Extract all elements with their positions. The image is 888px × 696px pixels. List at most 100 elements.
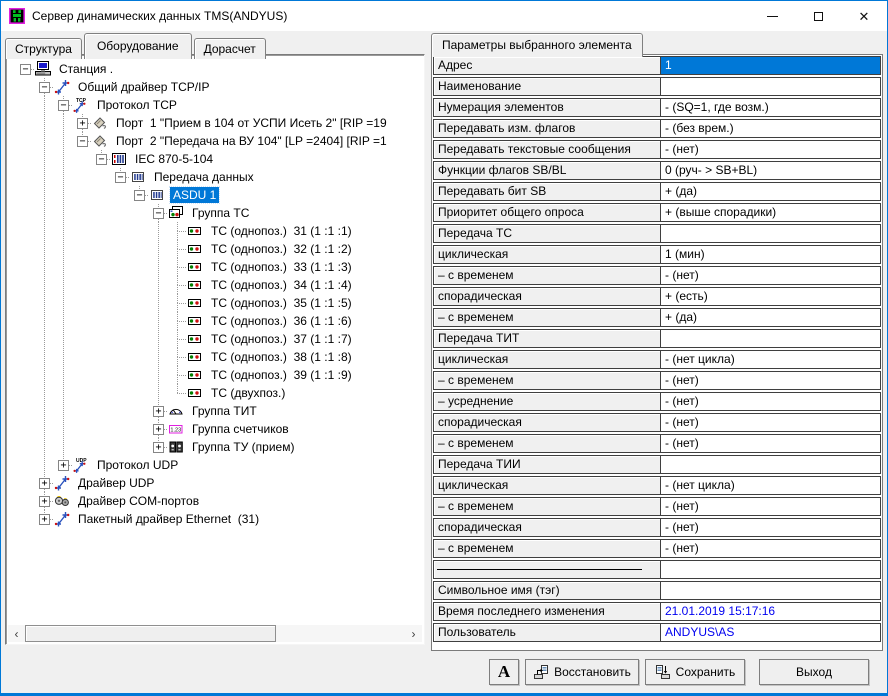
tree-item-label[interactable]: ТС (однопоз.) 36 (1 :1 :6): [208, 313, 355, 329]
tree-item-label[interactable]: Передача данных: [151, 169, 257, 185]
property-value[interactable]: 21.01.2019 15:17:16: [661, 602, 881, 621]
tree-item[interactable]: ТС (однопоз.) 33 (1 :1 :3): [16, 258, 422, 276]
tab-selected-element-params[interactable]: Параметры выбранного элемента: [431, 33, 643, 57]
tree-item-label[interactable]: Протокол UDP: [94, 457, 181, 473]
property-value[interactable]: - (нет): [661, 392, 881, 411]
collapse-minus-icon[interactable]: −: [134, 190, 145, 201]
property-value[interactable]: - (SQ=1, где возм.): [661, 98, 881, 117]
title-bar[interactable]: Сервер динамических данных TMS(ANDYUS) ✕: [1, 1, 887, 31]
property-value[interactable]: 1 (мин): [661, 245, 881, 264]
tree-item-label[interactable]: Протокол TCP: [94, 97, 180, 113]
scrollbar-thumb[interactable]: [25, 625, 276, 642]
tree-item[interactable]: + Драйвер COM-портов: [16, 492, 422, 510]
property-value[interactable]: - (нет): [661, 266, 881, 285]
property-value[interactable]: - (нет цикла): [661, 476, 881, 495]
property-value[interactable]: [661, 329, 881, 348]
tree-item[interactable]: − Станция .: [16, 60, 422, 78]
tree-item[interactable]: ТС (однопоз.) 34 (1 :1 :4): [16, 276, 422, 294]
property-value[interactable]: [661, 77, 881, 96]
font-button[interactable]: A: [489, 659, 519, 685]
tree-item[interactable]: +Пакетный драйвер Ethernet (31): [16, 510, 422, 528]
scrollbar-track[interactable]: [25, 625, 405, 642]
tree-item-label[interactable]: Пакетный драйвер Ethernet (31): [75, 511, 262, 527]
tree-item-label[interactable]: ТС (однопоз.) 33 (1 :1 :3): [208, 259, 355, 275]
tree-item-label[interactable]: ТС (однопоз.) 35 (1 :1 :5): [208, 295, 355, 311]
tree-item-label[interactable]: ТС (двухпоз.): [208, 385, 288, 401]
expand-plus-icon[interactable]: +: [153, 424, 164, 435]
collapse-minus-icon[interactable]: −: [96, 154, 107, 165]
tree-item-label[interactable]: Группа ТС: [189, 205, 252, 221]
tree-item[interactable]: + Группа ТУ (прием): [16, 438, 422, 456]
tree-item-label[interactable]: ТС (однопоз.) 34 (1 :1 :4): [208, 277, 355, 293]
tree-item-label[interactable]: Драйвер COM-портов: [75, 493, 202, 509]
tree-item-label[interactable]: ТС (однопоз.) 37 (1 :1 :7): [208, 331, 355, 347]
collapse-minus-icon[interactable]: −: [39, 82, 50, 93]
tree-item[interactable]: ТС (однопоз.) 38 (1 :1 :8): [16, 348, 422, 366]
tab-recalc[interactable]: Дорасчет: [194, 38, 266, 59]
maximize-button[interactable]: [795, 1, 841, 31]
property-value[interactable]: + (да): [661, 182, 881, 201]
property-value[interactable]: + (выше спорадики): [661, 203, 881, 222]
property-value[interactable]: - (нет цикла): [661, 350, 881, 369]
scroll-right-arrow-icon[interactable]: ›: [405, 625, 422, 642]
property-value[interactable]: 0 (руч- > SB+BL): [661, 161, 881, 180]
tree-item[interactable]: ТС (однопоз.) 37 (1 :1 :7): [16, 330, 422, 348]
tree-item-label[interactable]: Драйвер UDP: [75, 475, 157, 491]
tree-horizontal-scrollbar[interactable]: ‹ ›: [8, 625, 422, 642]
collapse-minus-icon[interactable]: −: [58, 100, 69, 111]
property-value[interactable]: - (без врем.): [661, 119, 881, 138]
property-value[interactable]: ANDYUS\AS: [661, 623, 881, 642]
tree-item[interactable]: ТС (однопоз.) 36 (1 :1 :6): [16, 312, 422, 330]
tree-item-label[interactable]: IEC 870-5-104: [132, 151, 216, 167]
restore-button[interactable]: Восстановить: [525, 659, 639, 685]
tree-item[interactable]: − Общий драйвер TCP/IP: [16, 78, 422, 96]
collapse-minus-icon[interactable]: −: [115, 172, 126, 183]
property-value[interactable]: [661, 455, 881, 474]
property-value[interactable]: - (нет): [661, 497, 881, 516]
property-value[interactable]: - (нет): [661, 371, 881, 390]
tree-item[interactable]: ТС (однопоз.) 35 (1 :1 :5): [16, 294, 422, 312]
tree-item[interactable]: + Драйвер UDP: [16, 474, 422, 492]
expand-plus-icon[interactable]: +: [39, 478, 50, 489]
tree-item-label[interactable]: Группа счетчиков: [189, 421, 292, 437]
expand-plus-icon[interactable]: +: [153, 442, 164, 453]
tree-item[interactable]: + Порт 1 "Прием в 104 от УСПИ Исеть 2" [R…: [16, 114, 422, 132]
expand-plus-icon[interactable]: +: [58, 460, 69, 471]
property-value[interactable]: + (да): [661, 308, 881, 327]
tree-item[interactable]: ТС (однопоз.) 39 (1 :1 :9): [16, 366, 422, 384]
tree-item-label[interactable]: Общий драйвер TCP/IP: [75, 79, 212, 95]
collapse-minus-icon[interactable]: −: [20, 64, 31, 75]
tree-item[interactable]: ТС (двухпоз.): [16, 384, 422, 402]
scroll-left-arrow-icon[interactable]: ‹: [8, 625, 25, 642]
tree-item-label[interactable]: Станция .: [56, 61, 116, 77]
tree-item-label[interactable]: Порт 2 "Передача на ВУ 104" [LP =2404] […: [113, 133, 390, 149]
tree-item-label[interactable]: Порт 1 "Прием в 104 от УСПИ Исеть 2" [RI…: [113, 115, 390, 131]
tree-item-label[interactable]: Группа ТУ (прием): [189, 439, 297, 455]
tree-item-label[interactable]: ТС (однопоз.) 32 (1 :1 :2): [208, 241, 355, 257]
minimize-button[interactable]: [749, 1, 795, 31]
property-value[interactable]: - (нет): [661, 518, 881, 537]
tab-structure[interactable]: Структура: [5, 38, 82, 59]
property-value[interactable]: - (нет): [661, 434, 881, 453]
collapse-minus-icon[interactable]: −: [153, 208, 164, 219]
property-value[interactable]: - (нет): [661, 539, 881, 558]
tree-item[interactable]: +1.23Группа счетчиков: [16, 420, 422, 438]
property-value[interactable]: [661, 560, 881, 579]
expand-plus-icon[interactable]: +: [153, 406, 164, 417]
tab-equipment[interactable]: Оборудование: [84, 33, 192, 59]
tree-item[interactable]: − Порт 2 "Передача на ВУ 104" [LP =2404] …: [16, 132, 422, 150]
tree-item-label[interactable]: ТС (однопоз.) 39 (1 :1 :9): [208, 367, 355, 383]
expand-plus-icon[interactable]: +: [77, 118, 88, 129]
tree-item[interactable]: ТС (однопоз.) 32 (1 :1 :2): [16, 240, 422, 258]
expand-plus-icon[interactable]: +: [39, 496, 50, 507]
tree-item[interactable]: +Группа ТИТ: [16, 402, 422, 420]
property-value[interactable]: 1: [661, 56, 881, 75]
tree-item-label[interactable]: ТС (однопоз.) 38 (1 :1 :8): [208, 349, 355, 365]
tree-item[interactable]: − Передача данных: [16, 168, 422, 186]
collapse-minus-icon[interactable]: −: [77, 136, 88, 147]
tree-item-label[interactable]: ASDU 1: [170, 187, 219, 203]
close-button[interactable]: ✕: [841, 1, 887, 31]
exit-button[interactable]: Выход: [759, 659, 869, 685]
tree-item[interactable]: ТС (однопоз.) 31 (1 :1 :1): [16, 222, 422, 240]
tree-item[interactable]: − IEC 870-5-104: [16, 150, 422, 168]
